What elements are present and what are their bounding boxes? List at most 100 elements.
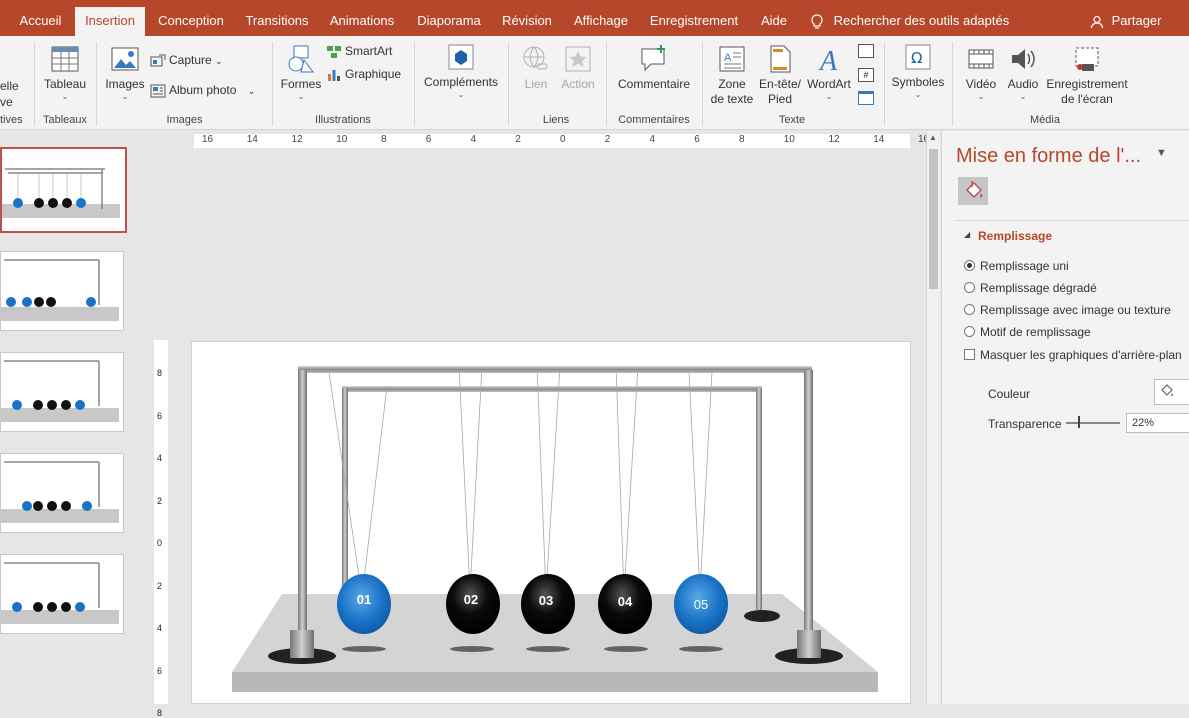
checkbox[interactable] bbox=[964, 349, 975, 360]
group-label-illustrations: Illustrations bbox=[315, 114, 371, 126]
ruler-tick-label: 4 bbox=[649, 134, 656, 145]
ruler-tick-label: 0 bbox=[560, 134, 566, 145]
header-footer-button[interactable]: En-tête/ Pied bbox=[756, 44, 804, 107]
tab-insertion[interactable]: Insertion bbox=[75, 7, 145, 36]
chevron-down-icon: ⌄ bbox=[1019, 92, 1027, 101]
pane-options-chevron-icon[interactable]: ▼ bbox=[1156, 147, 1167, 159]
tab-animations[interactable]: Animations bbox=[322, 7, 402, 36]
ruler-tick-label: 12 bbox=[828, 134, 840, 145]
tab-affichage[interactable]: Affichage bbox=[566, 7, 636, 36]
option-pattern-fill[interactable]: Motif de remplissage bbox=[964, 325, 1091, 339]
ruler-tick-label: 6 bbox=[157, 665, 163, 676]
wordart-button[interactable]: A WordArt ⌄ bbox=[804, 44, 854, 101]
section-fill-heading[interactable]: Remplissage bbox=[978, 229, 1052, 243]
vertical-scrollbar[interactable]: ▲ bbox=[926, 131, 940, 704]
smartart-button[interactable]: SmartArt bbox=[326, 43, 392, 59]
ribbon-tab-bar: Accueil Insertion Conception Transitions… bbox=[0, 0, 1189, 36]
chevron-down-icon: ⌄ bbox=[977, 92, 985, 101]
globe-link-icon bbox=[523, 46, 548, 70]
cut-button-label-top[interactable]: elle bbox=[0, 78, 19, 94]
header-footer-label-2: Pied bbox=[767, 92, 793, 106]
wordart-icon: A bbox=[818, 46, 838, 74]
newtons-cradle-illustration[interactable]: 01 02 03 04 05 bbox=[192, 342, 911, 704]
radio-button[interactable] bbox=[964, 260, 975, 271]
album-button[interactable]: Album photo ⌄ bbox=[150, 82, 255, 99]
transparency-slider[interactable] bbox=[1066, 422, 1120, 424]
screen-recording-icon bbox=[1075, 47, 1099, 71]
post-foot bbox=[290, 630, 314, 658]
option-gradient-fill[interactable]: Remplissage dégradé bbox=[964, 281, 1097, 295]
group-separator bbox=[884, 42, 885, 126]
ball-02[interactable]: 02 bbox=[446, 574, 500, 634]
ball-01[interactable]: 01 bbox=[337, 574, 391, 634]
bar-chart-icon bbox=[328, 69, 340, 81]
audio-button[interactable]: Audio ⌄ bbox=[1002, 44, 1044, 101]
color-picker-button[interactable] bbox=[1154, 379, 1189, 405]
tab-revision[interactable]: Révision bbox=[494, 7, 560, 36]
chevron-down-icon: ⌄ bbox=[121, 92, 129, 101]
video-button[interactable]: Vidéo ⌄ bbox=[958, 44, 1004, 101]
capture-button[interactable]: Capture ⌄ bbox=[150, 52, 223, 69]
group-label-cut: tives bbox=[0, 114, 23, 126]
slide-thumbnail[interactable] bbox=[0, 352, 124, 432]
table-button[interactable]: Tableau ⌄ bbox=[40, 44, 90, 101]
date-time-icon[interactable] bbox=[858, 44, 874, 58]
transparency-input[interactable]: 22% bbox=[1126, 413, 1189, 433]
action-button[interactable]: Action bbox=[558, 44, 598, 92]
search-tools[interactable]: Rechercher des outils adaptés bbox=[810, 7, 1010, 36]
radio-button[interactable] bbox=[964, 282, 975, 293]
search-tools-label: Rechercher des outils adaptés bbox=[833, 13, 1010, 28]
ribbon: elle ve tives Tableau ⌄ Tableaux Images … bbox=[0, 36, 1189, 130]
cut-button-label-bottom[interactable]: ve bbox=[0, 94, 13, 110]
thumbnail-cradle-image bbox=[2, 168, 120, 218]
slide-thumbnail[interactable] bbox=[0, 554, 124, 634]
fill-tab[interactable] bbox=[958, 177, 988, 205]
tab-accueil[interactable]: Accueil bbox=[8, 7, 73, 36]
slide-thumbnail[interactable] bbox=[0, 147, 127, 233]
link-button[interactable]: Lien bbox=[514, 44, 558, 92]
pane-divider bbox=[956, 220, 1189, 221]
horizontal-ruler: 16 14 12 10 8 6 4 2 0 2 4 6 8 10 12 14 16 bbox=[194, 134, 929, 148]
addins-button[interactable]: Compléments ⌄ bbox=[420, 42, 502, 99]
header-footer-label-1: En-tête/ bbox=[758, 77, 802, 91]
chart-button[interactable]: Graphique bbox=[326, 66, 401, 82]
slide[interactable]: 01 02 03 04 05 bbox=[191, 341, 911, 704]
radio-button[interactable] bbox=[964, 304, 975, 315]
option-picture-fill[interactable]: Remplissage avec image ou texture bbox=[964, 303, 1171, 317]
chevron-down-icon: ⌄ bbox=[297, 92, 305, 101]
slide-thumbnail[interactable] bbox=[0, 251, 124, 331]
ball-04[interactable]: 04 bbox=[598, 574, 652, 634]
comment-button[interactable]: Commentaire bbox=[612, 44, 696, 92]
link-label: Lien bbox=[524, 77, 548, 91]
ball-05[interactable]: 05 bbox=[674, 574, 728, 634]
ball-03[interactable]: 03 bbox=[521, 574, 575, 634]
share-button[interactable]: Partager bbox=[1090, 7, 1180, 36]
option-solid-fill[interactable]: Remplissage uni bbox=[964, 259, 1069, 273]
tab-aide[interactable]: Aide bbox=[752, 7, 796, 36]
screen-recording-button[interactable]: Enregistrement de l'écran bbox=[1042, 44, 1132, 107]
object-icon[interactable] bbox=[858, 91, 874, 105]
tab-diaporama[interactable]: Diaporama bbox=[410, 7, 488, 36]
images-button[interactable]: Images ⌄ bbox=[102, 44, 148, 101]
tab-transitions[interactable]: Transitions bbox=[238, 7, 316, 36]
transparency-slider-thumb[interactable] bbox=[1077, 416, 1080, 428]
radio-button[interactable] bbox=[964, 326, 975, 337]
slide-thumbnails-panel[interactable] bbox=[0, 131, 148, 704]
scroll-up-arrow[interactable]: ▲ bbox=[929, 133, 937, 142]
group-label-liens: Liens bbox=[542, 114, 570, 126]
pane-title: Mise en forme de l'... bbox=[956, 145, 1141, 167]
tab-conception[interactable]: Conception bbox=[150, 7, 232, 36]
section-toggle-icon[interactable]: ◢ bbox=[964, 230, 970, 239]
cradle-strings bbox=[328, 365, 713, 598]
person-icon bbox=[1090, 15, 1104, 28]
textbox-button[interactable]: A Zone de texte bbox=[706, 44, 758, 107]
option-hide-background[interactable]: Masquer les graphiques d'arrière-plan bbox=[964, 348, 1182, 362]
symbols-button[interactable]: Ω Symboles ⌄ bbox=[888, 42, 948, 99]
slide-thumbnail[interactable] bbox=[0, 453, 124, 533]
tab-enregistrement[interactable]: Enregistrement bbox=[644, 7, 744, 36]
scroll-thumb[interactable] bbox=[929, 149, 938, 289]
chevron-down-icon: ⌄ bbox=[457, 90, 465, 99]
slide-number-icon[interactable]: # bbox=[858, 68, 874, 82]
addins-label: Compléments bbox=[423, 75, 499, 89]
shapes-button[interactable]: Formes ⌄ bbox=[278, 44, 324, 101]
